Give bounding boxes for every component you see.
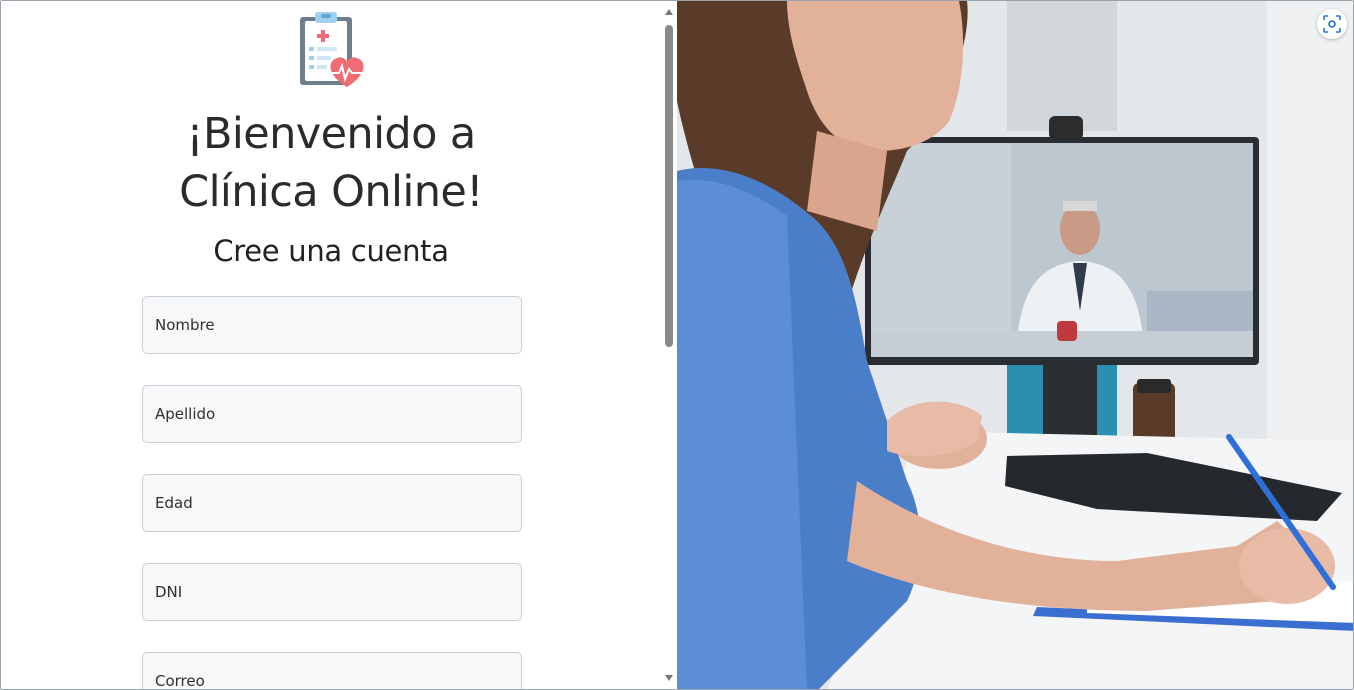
app-window: ¡Bienvenido a Clínica Online! Cree una c… — [0, 0, 1354, 690]
title-line-1: ¡Bienvenido a — [186, 109, 476, 159]
title-line-2: Clínica Online! — [179, 167, 483, 217]
edad-label: Edad — [155, 494, 193, 512]
clipboard-heart-icon — [297, 11, 367, 89]
visual-search-icon — [1323, 15, 1341, 33]
nurse-telemedicine-illustration — [677, 1, 1353, 689]
vertical-scrollbar[interactable] — [661, 1, 677, 689]
visual-search-button[interactable] — [1317, 9, 1347, 39]
page-subtitle: Cree una cuenta — [213, 234, 449, 268]
register-panel: ¡Bienvenido a Clínica Online! Cree una c… — [1, 1, 677, 690]
nombre-field[interactable]: Nombre — [142, 296, 522, 354]
scroll-down-arrow-icon[interactable] — [665, 675, 673, 681]
dni-label: DNI — [155, 583, 183, 601]
scroll-up-arrow-icon[interactable] — [665, 9, 673, 15]
edad-field[interactable]: Edad — [142, 474, 522, 532]
hero-photo — [677, 1, 1353, 689]
page-title: ¡Bienvenido a Clínica Online! — [1, 105, 661, 221]
correo-field[interactable]: Correo — [142, 652, 522, 690]
dni-field[interactable]: DNI — [142, 563, 522, 621]
apellido-label: Apellido — [155, 405, 216, 423]
apellido-field[interactable]: Apellido — [142, 385, 522, 443]
scrollbar-thumb[interactable] — [665, 25, 673, 347]
nombre-label: Nombre — [155, 316, 215, 334]
correo-label: Correo — [155, 672, 205, 690]
